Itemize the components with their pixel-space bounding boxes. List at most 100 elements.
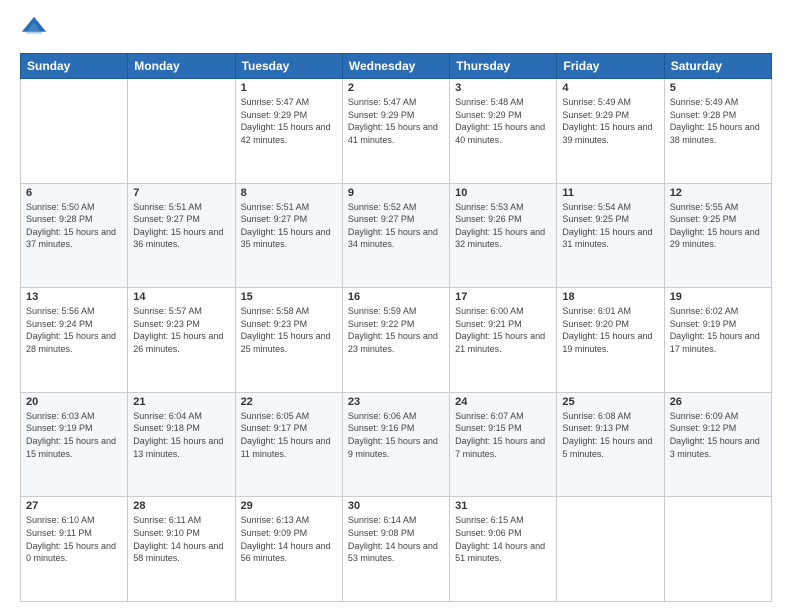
calendar-cell: 18Sunrise: 6:01 AMSunset: 9:20 PMDayligh… <box>557 288 664 393</box>
day-info: Sunset: 9:27 PM <box>241 213 337 226</box>
day-info: Sunset: 9:20 PM <box>562 318 658 331</box>
day-number: 4 <box>562 82 658 94</box>
calendar-cell <box>21 79 128 184</box>
day-info: Sunset: 9:22 PM <box>348 318 444 331</box>
day-info: Daylight: 15 hours and 26 minutes. <box>133 330 229 355</box>
calendar-cell: 16Sunrise: 5:59 AMSunset: 9:22 PMDayligh… <box>342 288 449 393</box>
day-info: Daylight: 15 hours and 0 minutes. <box>26 540 122 565</box>
calendar-cell: 23Sunrise: 6:06 AMSunset: 9:16 PMDayligh… <box>342 392 449 497</box>
calendar-cell: 4 Sunrise: 5:49 AMSunset: 9:29 PMDaylight… <box>557 79 664 184</box>
day-info: Sunrise: 6:00 AM <box>455 305 551 318</box>
day-info: Sunrise: 5:49 AM <box>670 96 766 109</box>
day-info: Daylight: 15 hours and 38 minutes. <box>670 121 766 146</box>
day-info: Sunset: 9:28 PM <box>26 213 122 226</box>
day-info: Sunset: 9:16 PM <box>348 422 444 435</box>
day-info: Daylight: 15 hours and 17 minutes. <box>670 330 766 355</box>
calendar-cell: 29Sunrise: 6:13 AMSunset: 9:09 PMDayligh… <box>235 497 342 602</box>
day-number: 20 <box>26 396 122 408</box>
day-info: Sunrise: 6:07 AM <box>455 410 551 423</box>
day-info: Sunset: 9:19 PM <box>670 318 766 331</box>
weekday-header-sunday: Sunday <box>21 54 128 79</box>
day-info: Sunrise: 6:10 AM <box>26 514 122 527</box>
day-info: Daylight: 14 hours and 58 minutes. <box>133 540 229 565</box>
day-info: Sunset: 9:25 PM <box>670 213 766 226</box>
day-info: Sunrise: 5:50 AM <box>26 201 122 214</box>
day-number: 17 <box>455 291 551 303</box>
day-info: Sunset: 9:13 PM <box>562 422 658 435</box>
day-info: Daylight: 15 hours and 37 minutes. <box>26 226 122 251</box>
calendar-cell: 17 Sunrise: 6:00 AMSunset: 9:21 PMDayligh… <box>450 288 557 393</box>
day-info: Sunset: 9:15 PM <box>455 422 551 435</box>
day-info: Daylight: 15 hours and 15 minutes. <box>26 435 122 460</box>
calendar-cell: 2Sunrise: 5:47 AMSunset: 9:29 PMDaylight… <box>342 79 449 184</box>
weekday-header-tuesday: Tuesday <box>235 54 342 79</box>
calendar-cell <box>128 79 235 184</box>
day-info: Sunrise: 6:01 AM <box>562 305 658 318</box>
day-info: Sunrise: 6:09 AM <box>670 410 766 423</box>
week-row-3: 13Sunrise: 5:56 AMSunset: 9:24 PMDayligh… <box>21 288 772 393</box>
day-number: 6 <box>26 187 122 199</box>
calendar-cell <box>557 497 664 602</box>
day-info: Daylight: 15 hours and 13 minutes. <box>133 435 229 460</box>
day-number: 27 <box>26 500 122 512</box>
day-number: 19 <box>670 291 766 303</box>
day-info: Sunset: 9:26 PM <box>455 213 551 226</box>
day-info: Daylight: 15 hours and 29 minutes. <box>670 226 766 251</box>
weekday-header-friday: Friday <box>557 54 664 79</box>
day-number: 16 <box>348 291 444 303</box>
day-info: Sunrise: 6:04 AM <box>133 410 229 423</box>
week-row-2: 6Sunrise: 5:50 AMSunset: 9:28 PMDaylight… <box>21 183 772 288</box>
day-number: 14 <box>133 291 229 303</box>
calendar-cell: 20Sunrise: 6:03 AMSunset: 9:19 PMDayligh… <box>21 392 128 497</box>
day-info: Sunrise: 5:48 AM <box>455 96 551 109</box>
day-number: 15 <box>241 291 337 303</box>
day-info: Sunrise: 5:51 AM <box>241 201 337 214</box>
day-info: Daylight: 15 hours and 25 minutes. <box>241 330 337 355</box>
calendar-cell: 11Sunrise: 5:54 AMSunset: 9:25 PMDayligh… <box>557 183 664 288</box>
day-info: Sunset: 9:29 PM <box>562 109 658 122</box>
calendar-cell: 14Sunrise: 5:57 AMSunset: 9:23 PMDayligh… <box>128 288 235 393</box>
day-info: Daylight: 15 hours and 39 minutes. <box>562 121 658 146</box>
day-info: Sunrise: 6:05 AM <box>241 410 337 423</box>
day-info: Daylight: 14 hours and 51 minutes. <box>455 540 551 565</box>
day-number: 10 <box>455 187 551 199</box>
day-number: 31 <box>455 500 551 512</box>
day-info: Sunrise: 5:49 AM <box>562 96 658 109</box>
day-info: Sunset: 9:11 PM <box>26 527 122 540</box>
weekday-header-saturday: Saturday <box>664 54 771 79</box>
day-number: 8 <box>241 187 337 199</box>
day-number: 25 <box>562 396 658 408</box>
calendar-cell: 22Sunrise: 6:05 AMSunset: 9:17 PMDayligh… <box>235 392 342 497</box>
day-info: Sunrise: 5:51 AM <box>133 201 229 214</box>
day-info: Daylight: 15 hours and 42 minutes. <box>241 121 337 146</box>
day-info: Sunset: 9:29 PM <box>455 109 551 122</box>
calendar-cell: 27 Sunrise: 6:10 AMSunset: 9:11 PMDayligh… <box>21 497 128 602</box>
day-info: Daylight: 15 hours and 21 minutes. <box>455 330 551 355</box>
day-info: Daylight: 15 hours and 36 minutes. <box>133 226 229 251</box>
calendar-cell: 24Sunrise: 6:07 AMSunset: 9:15 PMDayligh… <box>450 392 557 497</box>
weekday-header-row: SundayMondayTuesdayWednesdayThursdayFrid… <box>21 54 772 79</box>
calendar-cell: 21Sunrise: 6:04 AMSunset: 9:18 PMDayligh… <box>128 392 235 497</box>
day-info: Sunset: 9:25 PM <box>562 213 658 226</box>
day-number: 11 <box>562 187 658 199</box>
day-info: Sunrise: 5:47 AM <box>348 96 444 109</box>
page: SundayMondayTuesdayWednesdayThursdayFrid… <box>0 0 792 612</box>
week-row-5: 27Sunrise: 6:10 AMSunset: 9:11 PMDayligh… <box>21 497 772 602</box>
calendar-cell: 6 Sunrise: 5:50 AMSunset: 9:28 PMDaylight… <box>21 183 128 288</box>
day-number: 3 <box>455 82 551 94</box>
day-info: Daylight: 15 hours and 19 minutes. <box>562 330 658 355</box>
calendar-cell: 19Sunrise: 6:02 AMSunset: 9:19 PMDayligh… <box>664 288 771 393</box>
day-info: Sunrise: 5:52 AM <box>348 201 444 214</box>
calendar-cell: 26Sunrise: 6:09 AMSunset: 9:12 PMDayligh… <box>664 392 771 497</box>
day-info: Sunrise: 5:57 AM <box>133 305 229 318</box>
day-info: Sunset: 9:29 PM <box>348 109 444 122</box>
calendar-cell: 7Sunrise: 5:51 AMSunset: 9:27 PMDaylight… <box>128 183 235 288</box>
day-number: 30 <box>348 500 444 512</box>
day-info: Sunset: 9:21 PM <box>455 318 551 331</box>
day-info: Sunrise: 5:54 AM <box>562 201 658 214</box>
header <box>20 15 772 43</box>
calendar-cell: 9Sunrise: 5:52 AMSunset: 9:27 PMDaylight… <box>342 183 449 288</box>
calendar-cell: 31Sunrise: 6:15 AMSunset: 9:06 PMDayligh… <box>450 497 557 602</box>
day-info: Sunrise: 5:55 AM <box>670 201 766 214</box>
day-info: Daylight: 15 hours and 32 minutes. <box>455 226 551 251</box>
